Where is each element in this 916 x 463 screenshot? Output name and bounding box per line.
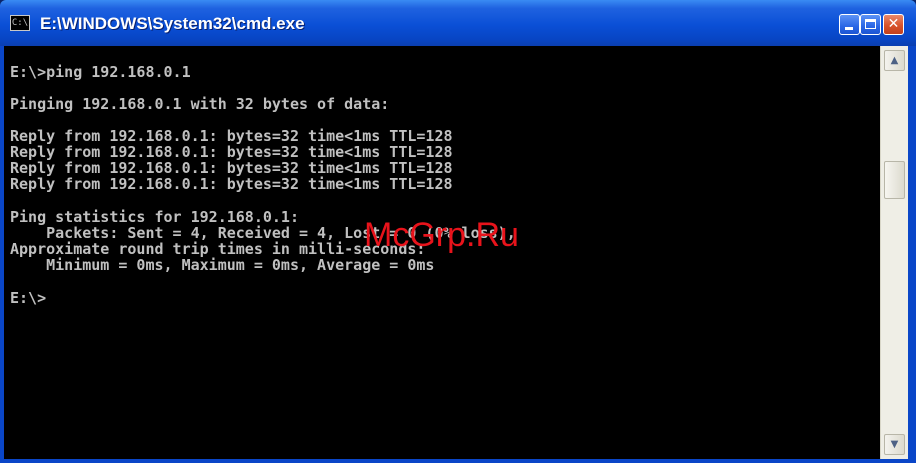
window-frame-right	[908, 46, 916, 463]
console-line: Reply from 192.168.0.1: bytes=32 time<1m…	[10, 127, 453, 145]
console-icon[interactable]: C:\	[10, 15, 30, 31]
watermark-text: McGrp.Ru	[364, 216, 519, 254]
console-line: Reply from 192.168.0.1: bytes=32 time<1m…	[10, 159, 453, 177]
scroll-thumb[interactable]	[884, 161, 905, 199]
minimize-button[interactable]	[839, 14, 860, 35]
vertical-scrollbar[interactable]: ▲ ▼	[880, 46, 908, 459]
window-title: E:\WINDOWS\System32\cmd.exe	[40, 14, 305, 33]
console-line: Minimum = 0ms, Maximum = 0ms, Average = …	[10, 256, 435, 274]
close-icon: ✕	[887, 16, 900, 32]
console-line: Pinging 192.168.0.1 with 32 bytes of dat…	[10, 95, 390, 113]
window-frame-bottom[interactable]	[0, 459, 916, 463]
maximize-button[interactable]	[860, 14, 881, 35]
console-line: Reply from 192.168.0.1: bytes=32 time<1m…	[10, 143, 453, 161]
console-line: Reply from 192.168.0.1: bytes=32 time<1m…	[10, 175, 453, 193]
close-button[interactable]: ✕	[883, 14, 904, 35]
title-bar[interactable]: C:\ E:\WINDOWS\System32\cmd.exe ✕	[0, 0, 916, 46]
console-line: Ping statistics for 192.168.0.1:	[10, 208, 299, 226]
scroll-down-icon[interactable]: ▼	[884, 434, 905, 455]
console-window: C:\ E:\WINDOWS\System32\cmd.exe ✕ E:\>pi…	[0, 0, 916, 463]
console-prompt: E:\>	[10, 289, 47, 307]
console-line: E:\>ping 192.168.0.1	[10, 63, 191, 81]
minimize-icon	[845, 27, 853, 30]
maximize-icon	[865, 19, 876, 29]
scroll-up-icon[interactable]: ▲	[884, 50, 905, 71]
